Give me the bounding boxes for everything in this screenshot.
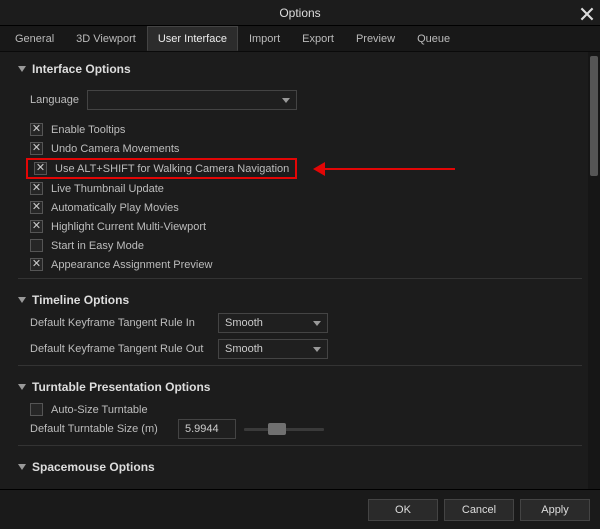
titlebar: Options — [0, 0, 600, 26]
tab-bar: General3D ViewportUser InterfaceImportEx… — [0, 26, 600, 52]
section-timeline: Timeline Options Default Keyframe Tangen… — [18, 287, 582, 366]
turntable-size-input[interactable]: 5.9944 — [178, 419, 236, 439]
chevron-down-icon — [18, 66, 26, 72]
section-title: Turntable Presentation Options — [32, 380, 210, 394]
check-auto-play-movies[interactable]: ✕ Automatically Play Movies — [30, 198, 582, 217]
section-spacemouse: Spacemouse Options — [18, 454, 582, 480]
section-header-spacemouse[interactable]: Spacemouse Options — [18, 454, 582, 480]
arrow-annotation — [305, 163, 455, 175]
check-enable-tooltips[interactable]: ✕ Enable Tooltips — [30, 120, 582, 139]
dialog-body: Interface Options Language ✕ Enable Tool… — [0, 52, 600, 489]
check-start-easy[interactable]: ✕ Start in Easy Mode — [30, 236, 582, 255]
section-header-timeline[interactable]: Timeline Options — [18, 287, 582, 313]
section-body-interface: Language ✕ Enable Tooltips ✕ Undo Camera… — [26, 90, 582, 274]
section-turntable: Turntable Presentation Options ✕ Auto-Si… — [18, 374, 582, 446]
tangent-out-value: Smooth — [225, 343, 263, 355]
turntable-size-slider[interactable] — [244, 421, 324, 437]
section-body-timeline: Default Keyframe Tangent Rule In Smooth … — [26, 313, 582, 359]
scrollbar-thumb[interactable] — [590, 56, 598, 176]
check-label: Use ALT+SHIFT for Walking Camera Navigat… — [55, 163, 289, 175]
section-body-turntable: ✕ Auto-Size Turntable Default Turntable … — [26, 400, 582, 439]
tangent-in-dropdown[interactable]: Smooth — [218, 313, 328, 333]
tab-import[interactable]: Import — [238, 26, 291, 51]
check-label: Undo Camera Movements — [51, 143, 179, 155]
language-dropdown[interactable] — [87, 90, 297, 110]
tab-user-interface[interactable]: User Interface — [147, 26, 238, 51]
scrollbar[interactable] — [588, 52, 600, 489]
tangent-out-dropdown[interactable]: Smooth — [218, 339, 328, 359]
chevron-down-icon — [313, 347, 321, 352]
tab-queue[interactable]: Queue — [406, 26, 461, 51]
chevron-down-icon — [18, 297, 26, 303]
section-title: Spacemouse Options — [32, 460, 155, 474]
check-label: Auto-Size Turntable — [51, 404, 148, 416]
section-interface: Interface Options Language ✕ Enable Tool… — [18, 56, 582, 279]
chevron-down-icon — [18, 464, 26, 470]
checkbox-icon: ✕ — [30, 258, 43, 271]
chevron-down-icon — [18, 384, 26, 390]
checkbox-icon: ✕ — [30, 403, 43, 416]
section-header-interface[interactable]: Interface Options — [18, 56, 582, 82]
slider-handle[interactable] — [268, 423, 286, 435]
checkbox-icon: ✕ — [30, 182, 43, 195]
tangent-in-value: Smooth — [225, 317, 263, 329]
checkbox-icon: ✕ — [30, 201, 43, 214]
tab-general[interactable]: General — [4, 26, 65, 51]
section-header-turntable[interactable]: Turntable Presentation Options — [18, 374, 582, 400]
checkbox-icon: ✕ — [34, 162, 47, 175]
check-auto-size-turntable[interactable]: ✕ Auto-Size Turntable — [30, 400, 582, 419]
close-icon[interactable] — [580, 4, 594, 18]
turntable-size-value: 5.9944 — [185, 423, 219, 435]
options-dialog: Options General3D ViewportUser Interface… — [0, 0, 600, 529]
checkbox-icon: ✕ — [30, 220, 43, 233]
checkbox-icon: ✕ — [30, 142, 43, 155]
check-label: Start in Easy Mode — [51, 240, 144, 252]
check-label: Highlight Current Multi-Viewport — [51, 221, 206, 233]
check-label: Live Thumbnail Update — [51, 183, 164, 195]
chevron-down-icon — [313, 321, 321, 326]
highlight-annotation: ✕ Use ALT+SHIFT for Walking Camera Navig… — [26, 158, 297, 179]
turntable-size-label: Default Turntable Size (m) — [30, 423, 170, 435]
language-label: Language — [30, 94, 79, 106]
checkbox-icon: ✕ — [30, 239, 43, 252]
check-alt-shift-walk[interactable]: ✕ Use ALT+SHIFT for Walking Camera Navig… — [28, 158, 582, 179]
tangent-in-label: Default Keyframe Tangent Rule In — [30, 317, 210, 329]
dialog-footer: OK Cancel Apply — [0, 489, 600, 529]
check-highlight-multi[interactable]: ✕ Highlight Current Multi-Viewport — [30, 217, 582, 236]
check-label: Appearance Assignment Preview — [51, 259, 212, 271]
apply-button[interactable]: Apply — [520, 499, 590, 521]
section-title: Timeline Options — [32, 293, 129, 307]
chevron-down-icon — [282, 98, 290, 103]
check-live-thumb[interactable]: ✕ Live Thumbnail Update — [30, 179, 582, 198]
tab-preview[interactable]: Preview — [345, 26, 406, 51]
ok-button[interactable]: OK — [368, 499, 438, 521]
check-label: Automatically Play Movies — [51, 202, 179, 214]
scroll-area: Interface Options Language ✕ Enable Tool… — [0, 52, 588, 489]
check-appearance-assign[interactable]: ✕ Appearance Assignment Preview — [30, 255, 582, 274]
tab-export[interactable]: Export — [291, 26, 345, 51]
check-label: Enable Tooltips — [51, 124, 125, 136]
tab-3d-viewport[interactable]: 3D Viewport — [65, 26, 147, 51]
dialog-title: Options — [279, 6, 320, 20]
cancel-button[interactable]: Cancel — [444, 499, 514, 521]
section-title: Interface Options — [32, 62, 131, 76]
tangent-out-label: Default Keyframe Tangent Rule Out — [30, 343, 210, 355]
check-undo-camera[interactable]: ✕ Undo Camera Movements — [30, 139, 582, 158]
checkbox-icon: ✕ — [30, 123, 43, 136]
